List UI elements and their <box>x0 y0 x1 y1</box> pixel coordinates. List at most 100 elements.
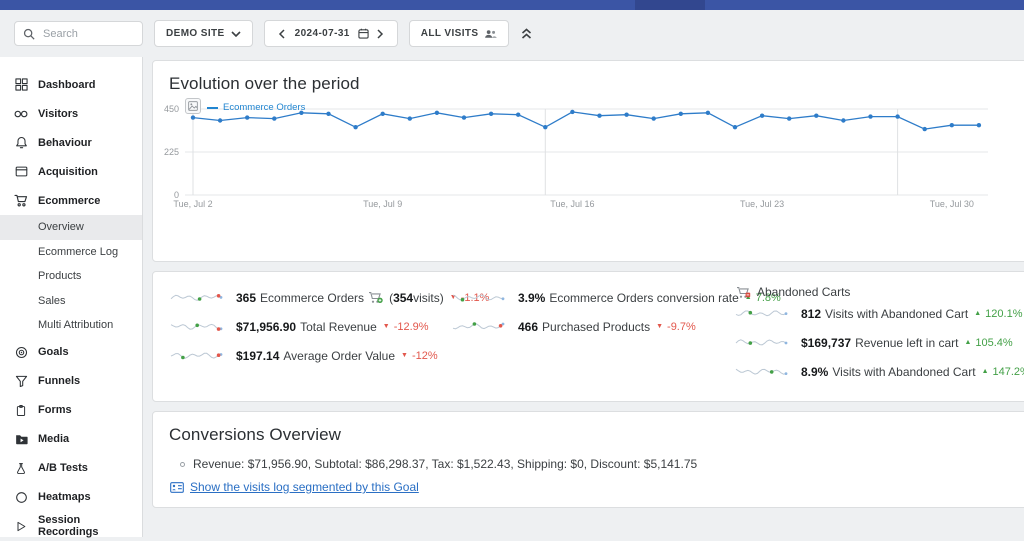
sidebar-item-multi-attribution[interactable]: Multi Attribution <box>0 313 142 338</box>
sidebar-item-label: Ecommerce <box>38 195 100 207</box>
bullet-icon <box>180 462 185 467</box>
sidebar-item-label: Behaviour <box>38 137 92 149</box>
calendar-icon <box>358 28 369 39</box>
legend-series-label: Ecommerce Orders <box>223 102 305 113</box>
sidebar-item-products[interactable]: Products <box>0 264 142 289</box>
sidebar-item-sales[interactable]: Sales <box>0 289 142 314</box>
metric-label: Total Revenue <box>300 320 377 334</box>
metric-delta: -12.9% <box>394 321 429 333</box>
metric-row: 812 Visits with Abandoned Cart ▲ 120.1% <box>734 307 1024 320</box>
sidebar-item-funnels[interactable]: Funnels <box>0 367 142 396</box>
sidebar-item-forms[interactable]: Forms <box>0 396 142 425</box>
date-label: 2024-07-31 <box>295 28 350 39</box>
search-input[interactable] <box>41 27 134 41</box>
metric-value: $71,956.90 <box>236 320 296 334</box>
sparkline <box>734 365 792 378</box>
sidebar-item-a-b-tests[interactable]: A/B Tests <box>0 454 142 483</box>
svg-text:Tue, Jul 9: Tue, Jul 9 <box>363 199 402 209</box>
metric-value: 3.9% <box>518 291 545 305</box>
segment-selector-button[interactable]: ALL VISITS <box>409 20 510 47</box>
sidebar-item-label: Sales <box>38 295 66 307</box>
metrics-column: 365Ecommerce Orders(354 visits)▼-1.1%$71… <box>169 285 451 401</box>
site-selector-button[interactable]: DEMO SITE <box>154 20 253 47</box>
metric-row: 8.9%Visits with Abandoned Cart▲147.2% <box>734 365 1024 378</box>
sparkline <box>451 320 509 333</box>
metric-row: $71,956.90 Total Revenue ▼ -12.9% <box>169 320 451 333</box>
svg-text:450: 450 <box>164 104 179 114</box>
conversions-title: Conversions Overview <box>169 425 1024 445</box>
metric-label: Visits with Abandoned Cart <box>832 365 975 379</box>
trend-up-icon: ▲ <box>974 310 981 317</box>
sidebar-item-label: Goals <box>38 346 69 358</box>
sidebar-item-behaviour[interactable]: Behaviour <box>0 128 142 157</box>
trend-up-icon: ▲ <box>964 339 971 346</box>
svg-text:Tue, Jul 23: Tue, Jul 23 <box>740 199 784 209</box>
sidebar-item-media[interactable]: Media <box>0 425 142 454</box>
sparkline <box>734 307 792 320</box>
visitors-icon <box>14 107 28 121</box>
metric-value: $197.14 <box>236 349 279 363</box>
metric-label: Average Order Value <box>283 349 395 363</box>
svg-text:Tue, Jul 16: Tue, Jul 16 <box>550 199 594 209</box>
evolution-title: Evolution over the period <box>169 74 1024 94</box>
next-date-button[interactable] <box>375 29 386 39</box>
metric-label: Ecommerce Orders <box>260 291 364 305</box>
evolution-card: Evolution over the period Ecommerce Orde… <box>152 60 1024 262</box>
metric-row: $169,737Revenue left in cart▲105.4% <box>734 336 1024 349</box>
trend-down-icon: ▼ <box>656 323 663 330</box>
metric-label: Revenue left in cart <box>855 336 958 350</box>
export-image-icon[interactable] <box>185 98 201 114</box>
conversions-summary: Revenue: $71,956.90, Subtotal: $86,298.3… <box>193 457 697 471</box>
chevron-down-icon <box>231 31 241 37</box>
sidebar-item-ecommerce[interactable]: Ecommerce <box>0 186 142 215</box>
visits-log-link[interactable]: Show the visits log segmented by this Go… <box>190 480 419 494</box>
sparkline <box>169 291 227 304</box>
date-picker[interactable]: 2024-07-31 <box>264 20 398 47</box>
sparkline <box>169 320 227 333</box>
search-box[interactable] <box>14 21 143 46</box>
evolution-line-chart: 0225450Tue, Jul 2Tue, Jul 9Tue, Jul 16Tu… <box>159 99 994 213</box>
visits-log-icon <box>170 482 184 493</box>
collapse-all-icon[interactable] <box>521 28 532 40</box>
goals-icon <box>14 345 28 359</box>
cart-orders-icon <box>368 291 383 304</box>
sidebar-item-heatmaps[interactable]: Heatmaps <box>0 483 142 512</box>
funnels-icon <box>14 374 28 388</box>
cart-abandoned-icon <box>736 286 751 299</box>
search-icon <box>23 28 35 40</box>
navbar-active-item[interactable] <box>635 0 705 10</box>
chevron-right-icon <box>377 29 384 39</box>
chevron-left-icon <box>278 29 285 39</box>
metric-value: 8.9% <box>801 365 828 379</box>
sidebar: Dashboard Visitors Behaviour Acquisition Eco… <box>0 57 143 537</box>
sidebar-item-dashboard[interactable]: Dashboard <box>0 70 142 99</box>
sidebar-item-label: Media <box>38 433 69 445</box>
metric-value: 812 <box>801 307 821 321</box>
metric-label: Visits with Abandoned Cart <box>825 307 968 321</box>
site-selector-label: DEMO SITE <box>166 28 225 39</box>
sidebar-item-goals[interactable]: Goals <box>0 338 142 367</box>
sidebar-item-label: Dashboard <box>38 79 95 91</box>
sidebar-item-ecommerce-log[interactable]: Ecommerce Log <box>0 240 142 265</box>
abandoned-carts-label: Abandoned Carts <box>757 285 850 299</box>
dashboard-icon <box>14 78 28 92</box>
sparkline <box>169 349 227 362</box>
previous-date-button[interactable] <box>276 29 287 39</box>
sidebar-item-label: Visitors <box>38 108 78 120</box>
trend-down-icon: ▼ <box>383 323 390 330</box>
sidebar-item-label: Heatmaps <box>38 491 91 503</box>
chart-legend[interactable]: Ecommerce Orders <box>207 102 305 113</box>
metric-row: 466Purchased Products▼-9.7% <box>451 320 734 333</box>
sidebar-item-label: Funnels <box>38 375 80 387</box>
sidebar-item-visitors[interactable]: Visitors <box>0 99 142 128</box>
sidebar-item-acquisition[interactable]: Acquisition <box>0 157 142 186</box>
metric-extra-value: 354 <box>393 291 413 305</box>
toolbar: DEMO SITE 2024-07-31 ALL VISITS <box>0 10 1024 57</box>
sidebar-item-overview[interactable]: Overview <box>0 215 142 240</box>
metric-delta: 120.1% <box>985 308 1022 320</box>
metric-value: 365 <box>236 291 256 305</box>
metric-delta: -12% <box>412 350 438 362</box>
metric-row: $197.14Average Order Value▼-12% <box>169 349 451 362</box>
sidebar-item-session-recordings[interactable]: Session Recordings <box>0 512 142 541</box>
sparkline <box>734 336 792 349</box>
